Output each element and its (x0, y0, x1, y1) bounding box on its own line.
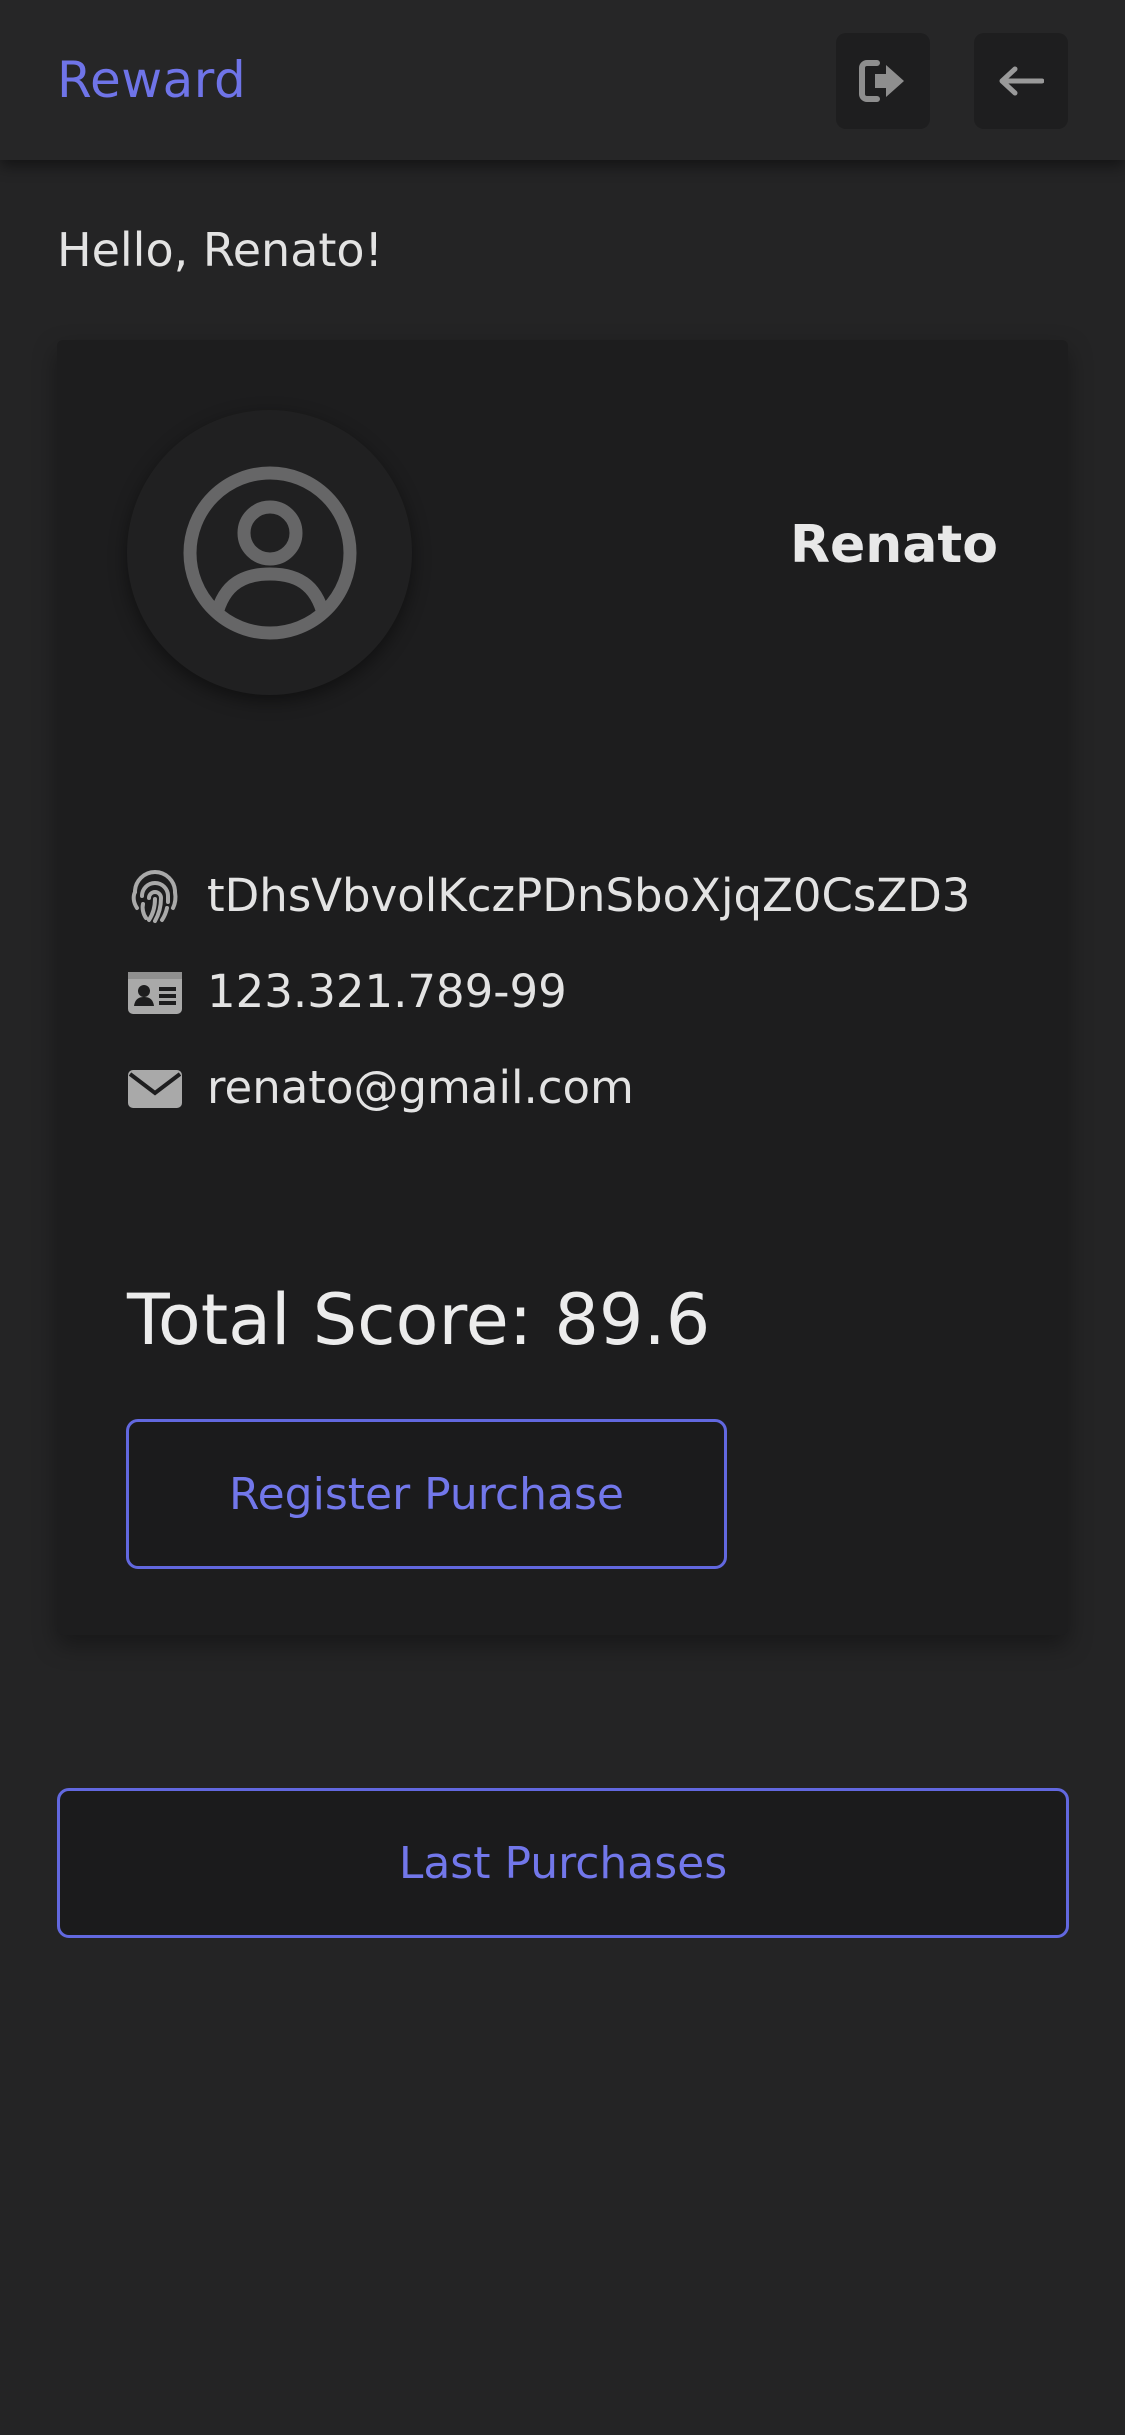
score-value: 89.6 (554, 1279, 711, 1361)
register-purchase-button[interactable]: Register Purchase (126, 1419, 727, 1569)
email-row: renato@gmail.com (127, 1058, 634, 1118)
uid-row: tDhsVbvolKczPDnSboXjqZ0CsZD3 (127, 866, 970, 926)
envelope-icon (127, 1060, 183, 1116)
logout-icon (859, 60, 904, 102)
id-card-icon (127, 964, 183, 1020)
profile-card: Renato tDhsVbvolKczPDnSboXjqZ0CsZD3 123.… (57, 340, 1068, 1635)
score-label: Total Score: (127, 1279, 533, 1361)
document-row: 123.321.789-99 (127, 962, 567, 1022)
logout-button[interactable] (836, 33, 930, 129)
back-button[interactable] (974, 33, 1068, 129)
user-circle-icon (183, 466, 356, 639)
greeting-text: Hello, Renato! (57, 223, 383, 277)
last-purchases-button[interactable]: Last Purchases (57, 1788, 1069, 1938)
total-score: Total Score: 89.6 (127, 1275, 710, 1365)
avatar (127, 410, 412, 695)
arrow-left-icon (999, 66, 1044, 96)
uid-text: tDhsVbvolKczPDnSboXjqZ0CsZD3 (207, 869, 971, 922)
email-text: renato@gmail.com (207, 1061, 634, 1114)
fingerprint-icon (127, 868, 183, 924)
app-bar: Reward (0, 0, 1125, 160)
user-name: Renato (790, 515, 998, 575)
app-title: Reward (57, 51, 247, 109)
document-text: 123.321.789-99 (207, 965, 567, 1018)
